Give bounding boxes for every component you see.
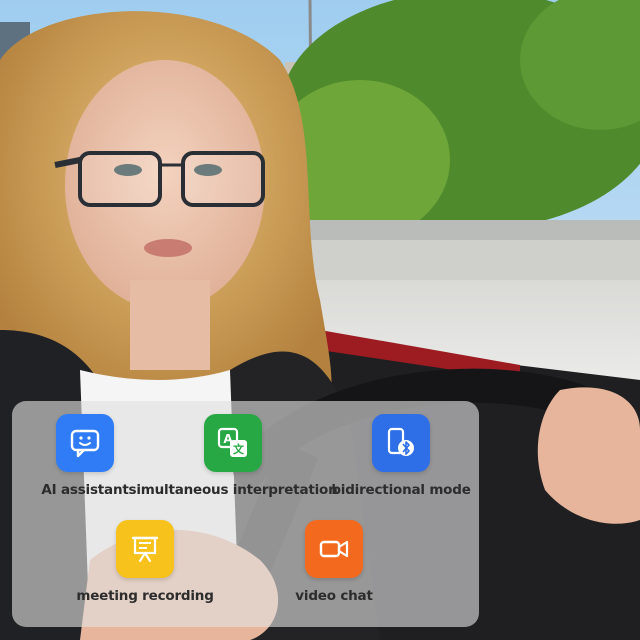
feature-label-bidirectional-mode: bidirectional mode xyxy=(331,482,471,498)
feature-bidirectional-mode[interactable]: bidirectional mode xyxy=(330,414,472,498)
chat-smiley-icon xyxy=(56,414,114,472)
feature-ai-assistant[interactable]: AI assistant xyxy=(30,414,140,498)
feature-label-simultaneous-interpretation: simultaneous interpretation xyxy=(128,482,338,498)
feature-label-meeting-recording: meeting recording xyxy=(76,588,214,604)
feature-label-ai-assistant: AI assistant xyxy=(41,482,129,498)
translate-icon: A 文 xyxy=(204,414,262,472)
video-camera-icon xyxy=(305,520,363,578)
feature-video-chat[interactable]: video chat xyxy=(284,520,384,604)
svg-text:文: 文 xyxy=(233,442,245,456)
phone-bluetooth-icon xyxy=(372,414,430,472)
feature-simultaneous-interpretation[interactable]: A 文 simultaneous interpretation xyxy=(128,414,338,498)
feature-meeting-recording[interactable]: meeting recording xyxy=(76,520,214,604)
feature-panel: AI assistant A 文 simultaneous interpreta… xyxy=(12,401,479,627)
presentation-icon xyxy=(116,520,174,578)
feature-label-video-chat: video chat xyxy=(295,588,373,604)
